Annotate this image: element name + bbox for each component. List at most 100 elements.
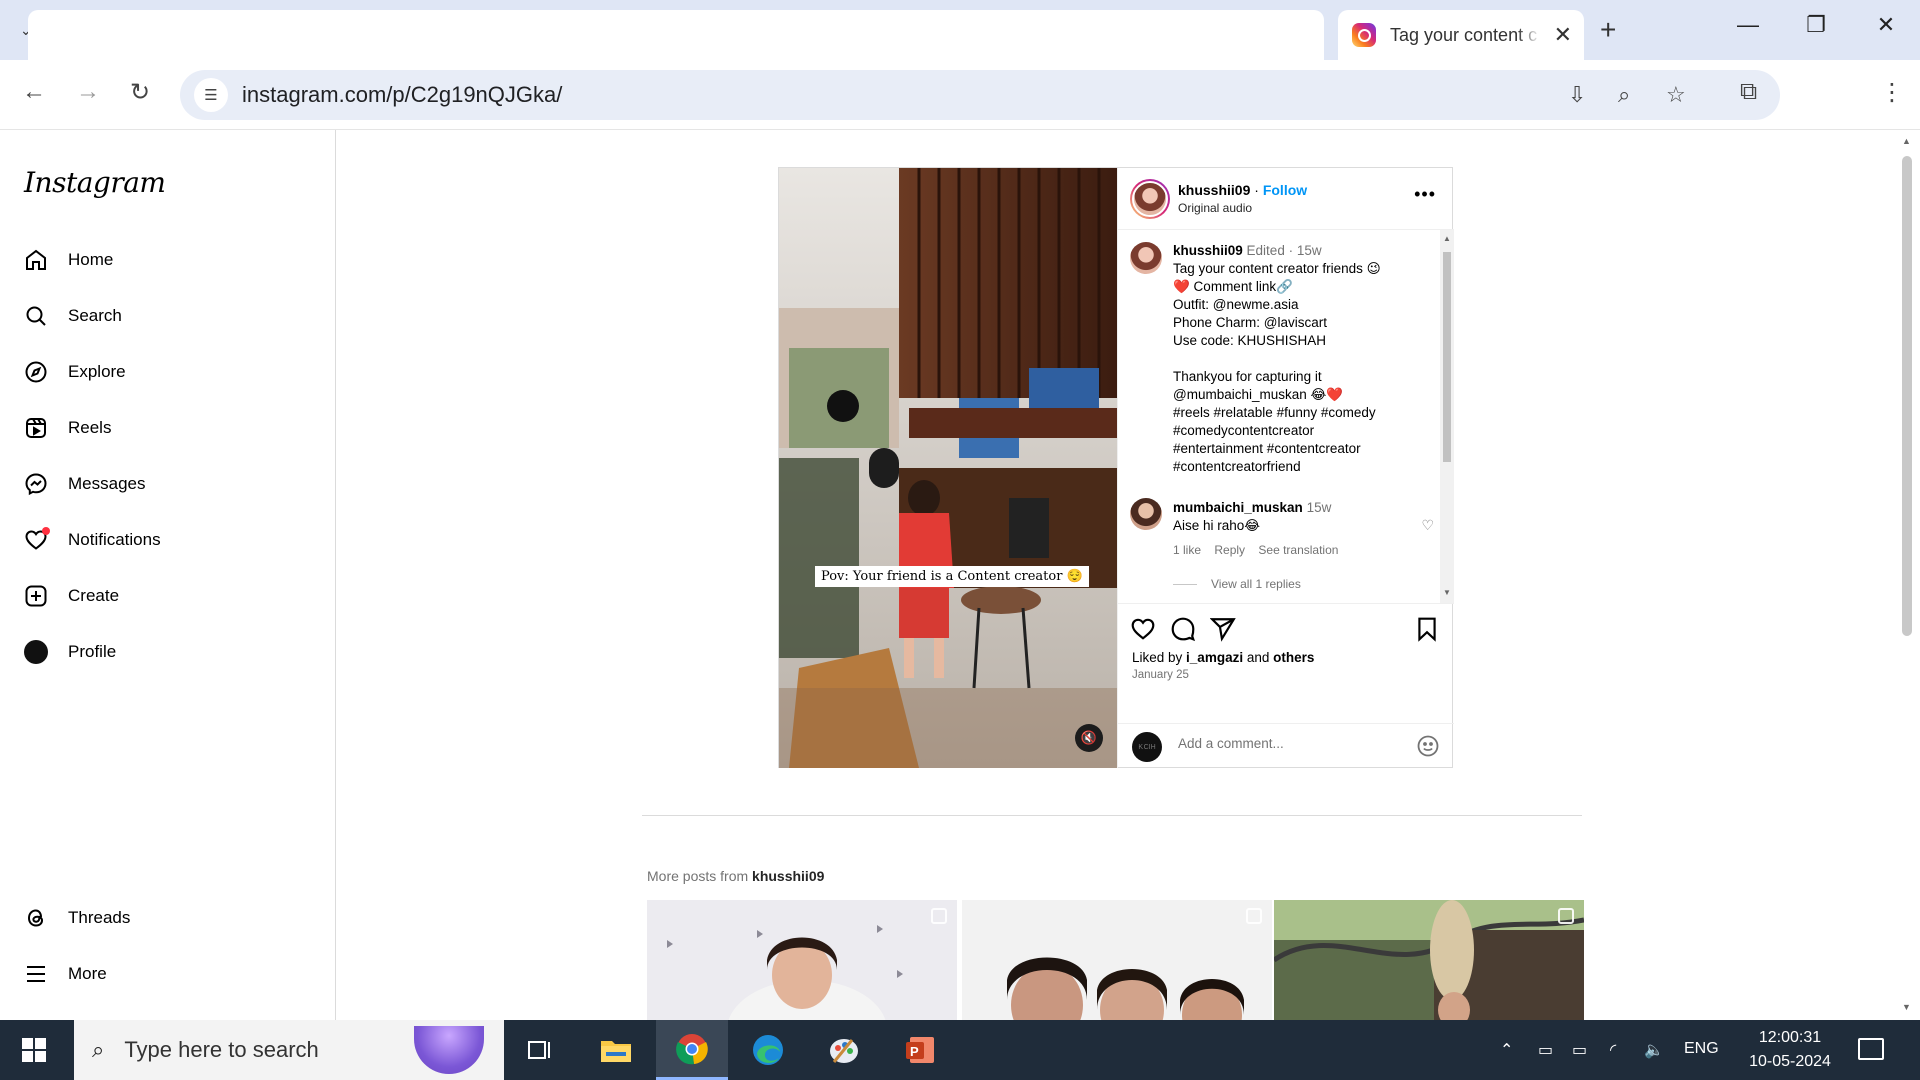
comment-username[interactable]: mumbaichi_muskan [1173,500,1303,515]
comment-like-heart-icon[interactable]: ♡ [1421,517,1434,534]
sidebar-item-search[interactable]: Search [22,298,122,334]
page-scroll-thumb[interactable] [1902,156,1912,636]
carousel-badge-icon [1558,908,1574,924]
thumbnail-image [647,900,957,1020]
caption-author-avatar[interactable] [1130,242,1162,274]
liked-by-user[interactable]: i_amgazi [1186,650,1243,665]
post-date[interactable]: January 25 [1132,669,1189,681]
author-username[interactable]: khusshii09 [1178,182,1250,198]
extensions-icon[interactable]: ⧉ [1740,78,1757,106]
follow-button[interactable]: Follow [1263,182,1307,198]
audio-link[interactable]: Original audio [1178,201,1252,215]
taskbar-clock[interactable]: 12:00:31 10-05-2024 [1740,1026,1840,1074]
wifi-icon[interactable]: ◜ [1610,1040,1616,1060]
instagram-logo[interactable]: Instagram [24,166,166,199]
tab-close-icon[interactable]: ✕ [1554,22,1572,48]
install-app-icon[interactable]: ⇩ [1568,82,1586,108]
page-scrollbar[interactable]: ▲ ▼ [1894,130,1920,1020]
sidebar-item-more[interactable]: More [22,956,107,992]
comment-age: 15w [1306,500,1332,515]
volume-icon[interactable]: 🔈 [1644,1040,1664,1060]
browser-tab-active[interactable]: Tag your content c ✕ [1338,10,1584,60]
liked-by-others[interactable]: others [1273,650,1314,665]
sidebar-item-create[interactable]: Create [22,578,119,614]
language-indicator[interactable]: ENG [1684,1040,1719,1058]
scroll-down-arrow-icon[interactable]: ▼ [1443,588,1451,597]
more-post-thumbnail[interactable] [1274,900,1584,1020]
mute-button[interactable]: 🔇 [1075,724,1103,752]
reel-badge-icon [931,908,947,924]
more-post-thumbnail[interactable] [962,900,1272,1020]
reply-button[interactable]: Reply [1214,543,1245,557]
thumbnail-image [962,900,1272,1020]
bookmark-star-icon[interactable]: ☆ [1666,82,1686,108]
caption-username[interactable]: khusshii09 [1173,243,1243,258]
restore-button[interactable]: ❐ [1796,12,1836,38]
comment-bubble-icon[interactable] [1170,616,1196,642]
comment-text: Aise hi raho😂 [1173,518,1261,533]
reload-button[interactable]: ↻ [130,78,150,107]
see-translation-button[interactable]: See translation [1258,543,1338,557]
chrome-taskbar-icon[interactable] [656,1020,728,1080]
sidebar-item-profile[interactable]: Profile [22,634,116,670]
task-view-icon[interactable] [504,1020,576,1080]
caption-edited: Edited [1246,243,1285,258]
edge-taskbar-icon[interactable] [732,1020,804,1080]
post-actions: Liked by i_amgazi and others January 25 [1118,603,1454,723]
post-video[interactable]: Pov: Your friend is a Content creator 😌 … [779,168,1117,768]
video-frame-illustration [779,168,1117,768]
forward-button[interactable]: → [76,78,100,106]
file-explorer-icon[interactable] [580,1020,652,1080]
notification-center-icon[interactable] [1858,1038,1884,1060]
taskbar-search-box[interactable]: ⌕ Type here to search [74,1020,504,1080]
sidebar-item-threads[interactable]: Threads [22,900,130,936]
view-replies-button[interactable]: View all 1 replies [1173,577,1301,591]
powerpoint-taskbar-icon[interactable]: P [884,1020,956,1080]
page-scroll-down-icon[interactable]: ▼ [1902,1002,1911,1012]
scroll-up-arrow-icon[interactable]: ▲ [1443,234,1451,243]
sidebar-item-reels[interactable]: Reels [22,410,111,446]
post-header-title: khusshii09 · Follow [1178,182,1307,198]
paint-taskbar-icon[interactable] [808,1020,880,1080]
comment-actions: 1 like Reply See translation [1173,541,1423,559]
site-info-icon[interactable]: ☰ [194,78,228,112]
more-post-thumbnail[interactable] [647,900,957,1020]
post-header: khusshii09 · Follow Original audio ••• [1118,168,1454,230]
sidebar-item-messages[interactable]: Messages [22,466,145,502]
comments-scroll-thumb[interactable] [1443,252,1451,462]
minimize-button[interactable]: — [1728,12,1768,38]
author-avatar [1132,181,1168,217]
like-heart-icon[interactable] [1130,616,1156,642]
sidebar-label: Profile [68,642,117,661]
comment-input[interactable] [1178,736,1408,751]
author-avatar-ring[interactable] [1130,179,1170,219]
emoji-picker-icon[interactable] [1416,734,1440,758]
comments-scrollbar[interactable]: ▲ ▼ [1440,230,1454,603]
taskbar-search-placeholder: Type here to search [124,1037,319,1062]
commenter-avatar[interactable] [1130,498,1162,530]
browser-tab-blank[interactable] [28,10,1324,60]
url-text[interactable]: instagram.com/p/C2g19nQJGka/ [242,82,562,108]
page-scroll-up-icon[interactable]: ▲ [1902,136,1911,146]
sidebar-item-home[interactable]: Home [22,242,113,278]
save-bookmark-icon[interactable] [1414,616,1440,642]
back-button[interactable]: ← [22,78,46,106]
show-hidden-icons-icon[interactable]: ⌃ [1500,1040,1513,1060]
more-posts-username[interactable]: khusshii09 [752,868,824,884]
sidebar-item-notifications[interactable]: Notifications [22,522,161,558]
sidebar-item-explore[interactable]: Explore [22,354,126,390]
meet-now-icon[interactable]: ▭ [1538,1040,1553,1060]
share-send-icon[interactable] [1210,616,1236,642]
battery-icon[interactable]: ▭ [1572,1040,1587,1060]
browser-menu-icon[interactable]: ⋮ [1880,78,1904,107]
new-tab-button[interactable]: + [1600,14,1616,46]
address-bar[interactable]: ☰ instagram.com/p/C2g19nQJGka/ ⇩ ⌕ ☆ [180,70,1780,120]
close-window-button[interactable]: ✕ [1866,12,1906,38]
messenger-icon [22,470,50,498]
more-options-icon[interactable]: ••• [1414,184,1436,205]
comment-likes[interactable]: 1 like [1173,543,1201,557]
windows-start-icon[interactable] [22,1038,46,1062]
zoom-icon[interactable]: ⌕ [1618,82,1630,108]
search-icon: ⌕ [92,1037,105,1062]
thumbnail-image [1274,900,1584,1020]
